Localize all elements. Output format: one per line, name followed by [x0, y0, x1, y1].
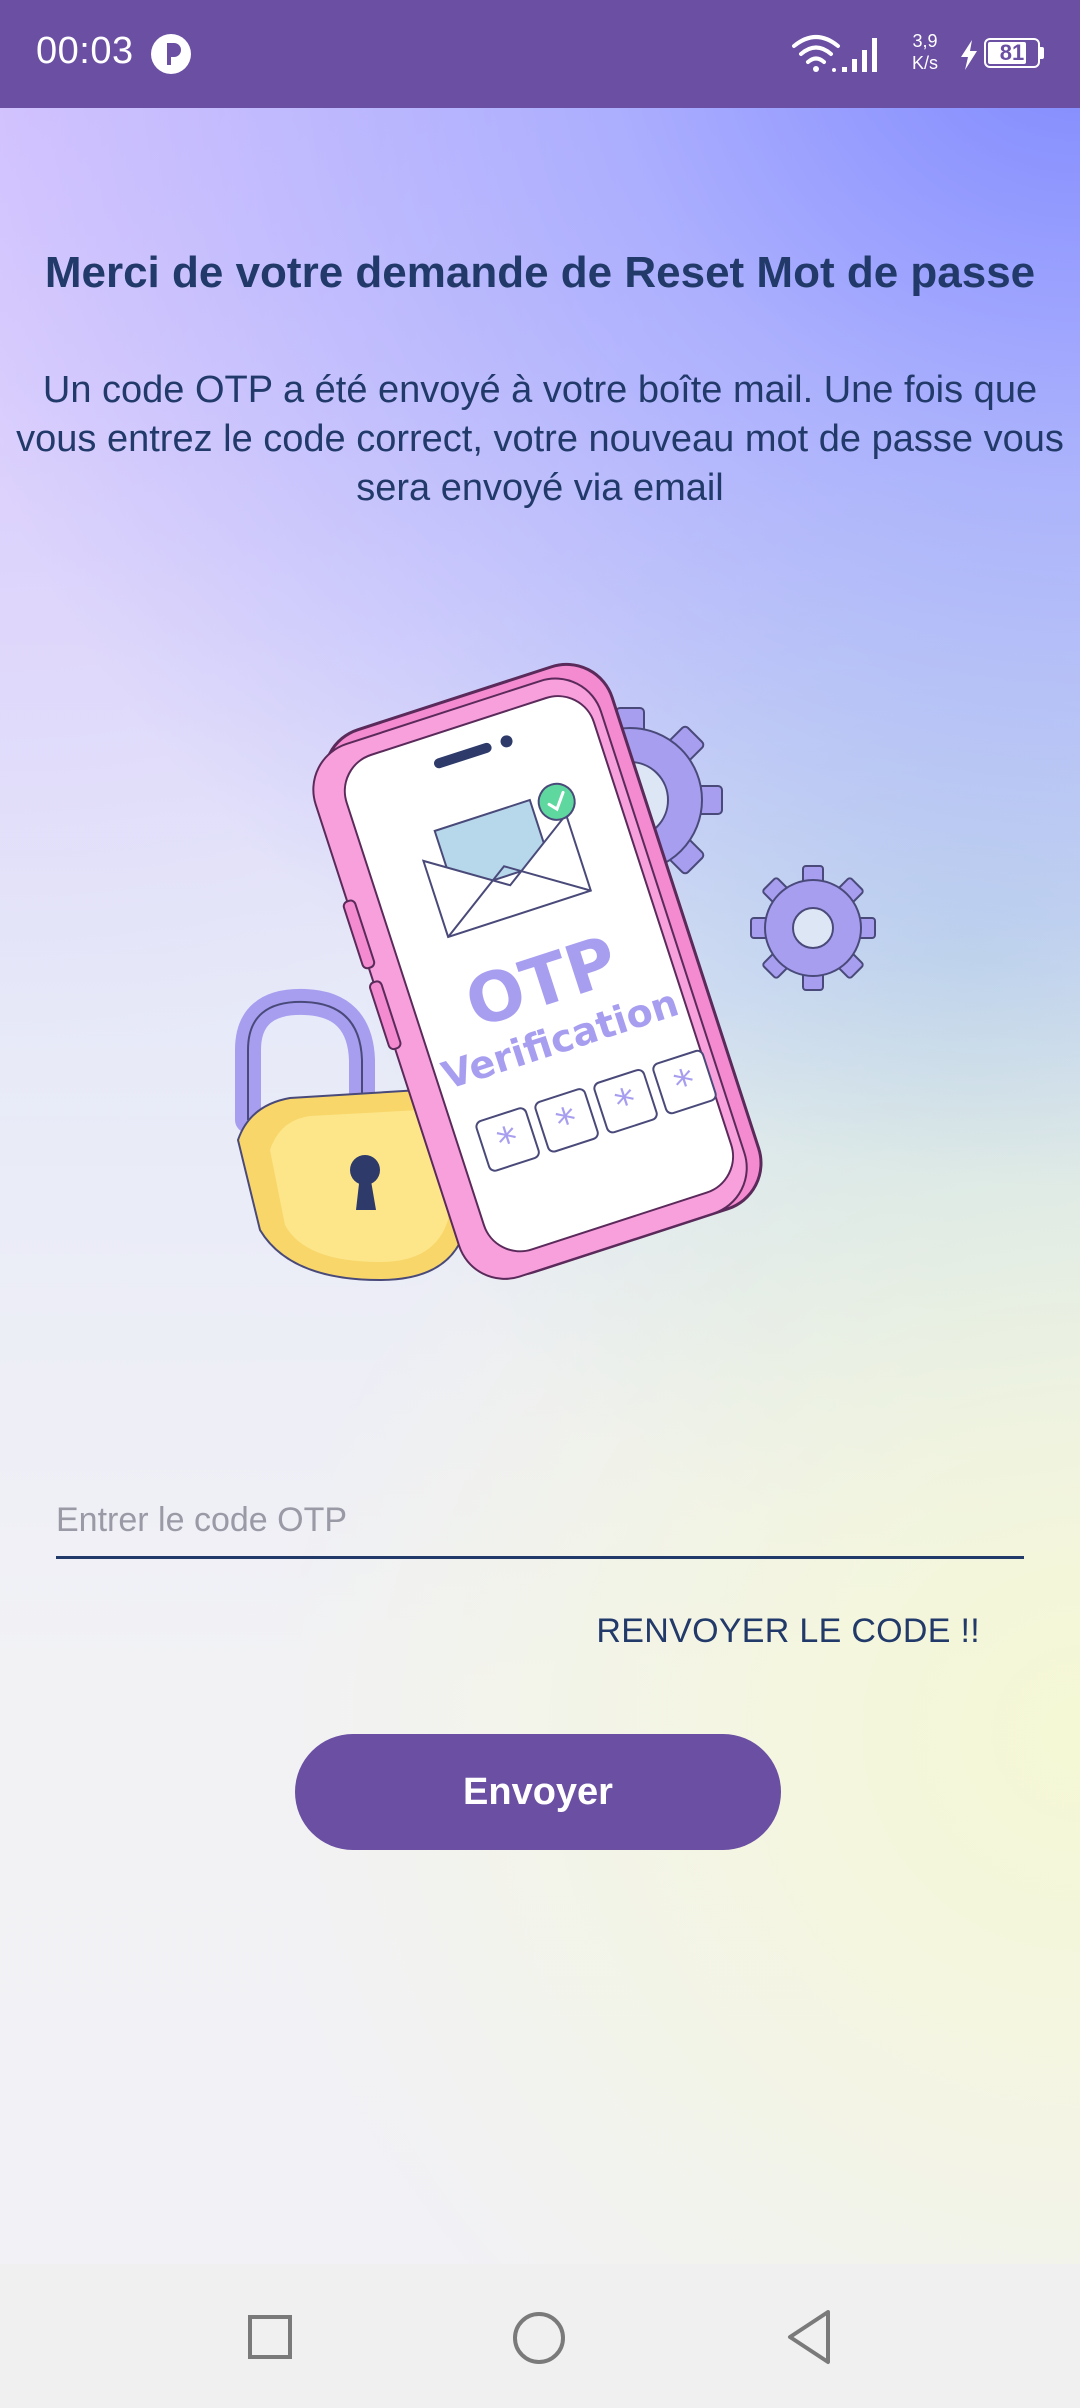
status-bar: 00:03 3,9 K/s 81 — [0, 0, 1080, 108]
app-screen: 00:03 3,9 K/s 81 Merci de votre demande … — [0, 0, 1080, 2408]
recent-apps-icon[interactable] — [247, 2314, 293, 2360]
home-icon[interactable] — [511, 2310, 567, 2366]
page-title: Merci de votre demande de Reset Mot de p… — [44, 248, 1036, 297]
battery-nub — [1040, 47, 1044, 59]
otp-field[interactable] — [56, 1490, 1024, 1559]
small-gear-icon — [750, 865, 876, 991]
app-notification-icon — [151, 34, 191, 74]
network-speed-value: 3,9 — [912, 31, 938, 51]
otp-verification-illustration: OTP Verification * * * * — [235, 662, 876, 1282]
battery-level: 81 — [999, 40, 1025, 65]
cellular-signal-icon — [842, 38, 877, 72]
network-speed: 3,9 K/s — [905, 30, 945, 74]
submit-button[interactable]: Envoyer — [295, 1734, 781, 1850]
navigation-bar — [0, 2264, 1080, 2408]
page-message: Un code OTP a été envoyé à votre boîte m… — [16, 369, 1064, 509]
battery-icon: 81 — [984, 38, 1040, 68]
wifi-icon — [792, 35, 840, 72]
status-time: 00:03 — [36, 30, 134, 72]
resend-code-link[interactable]: RENVOYER LE CODE !! — [596, 1612, 980, 1651]
otp-input[interactable] — [56, 1490, 1024, 1550]
network-speed-unit: K/s — [911, 53, 938, 73]
back-icon[interactable] — [784, 2308, 834, 2366]
charging-icon — [961, 40, 977, 70]
